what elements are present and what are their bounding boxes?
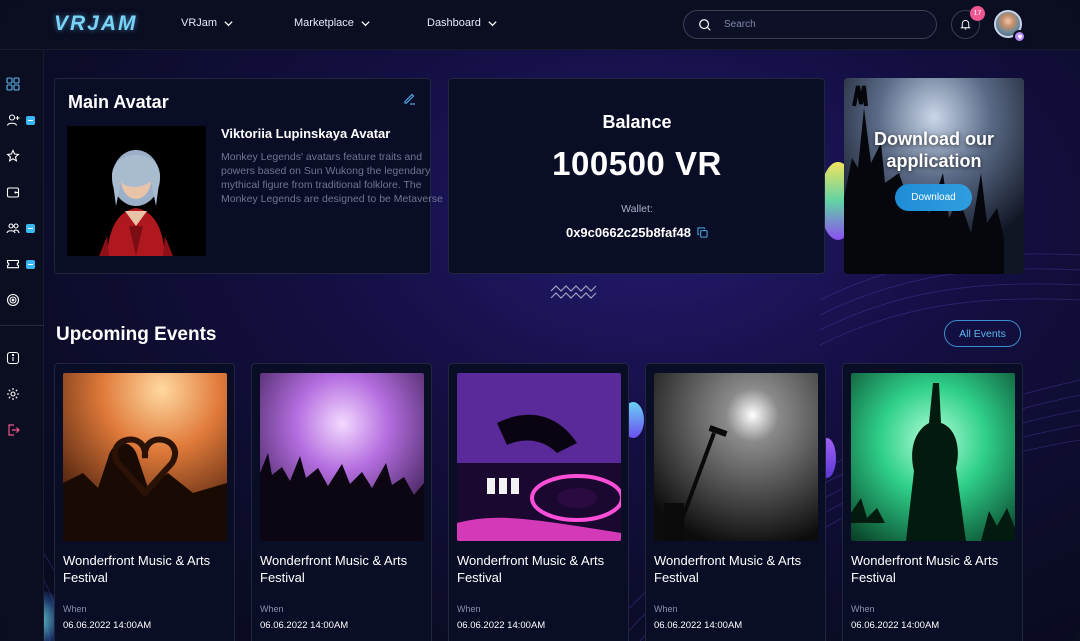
event-title: Wonderfront Music & Arts Festival bbox=[851, 553, 999, 585]
chevron-down-icon bbox=[361, 20, 370, 26]
download-button[interactable]: Download bbox=[895, 184, 972, 211]
star-icon[interactable] bbox=[6, 149, 20, 163]
sidebar-divider bbox=[0, 325, 44, 326]
download-title: Download our application bbox=[874, 129, 994, 171]
concert-crowd-image bbox=[844, 78, 1024, 274]
ticket-icon[interactable] bbox=[6, 257, 20, 271]
edit-icon[interactable] bbox=[403, 91, 417, 105]
event-when-label: When bbox=[260, 604, 284, 614]
event-image bbox=[851, 373, 1015, 541]
wallet-icon[interactable] bbox=[6, 185, 20, 199]
section-title: Upcoming Events bbox=[56, 324, 217, 345]
wallet-address: 0x9c0662c25b8faf48 bbox=[565, 225, 692, 240]
card-title: Main Avatar bbox=[68, 92, 169, 112]
wallet-row: 0x9c0662c25b8faf48 bbox=[449, 225, 825, 240]
copy-icon[interactable] bbox=[697, 227, 708, 238]
settings-icon[interactable] bbox=[6, 387, 20, 401]
event-card[interactable]: Wonderfront Music & Arts Festival When 0… bbox=[842, 363, 1023, 641]
event-date: 06.06.2022 14:00AM bbox=[63, 620, 152, 631]
chevron-down-icon bbox=[224, 20, 233, 26]
event-card[interactable]: Wonderfront Music & Arts Festival When 0… bbox=[448, 363, 629, 641]
new-indicator bbox=[26, 224, 35, 233]
event-card[interactable]: Wonderfront Music & Arts Festival When 0… bbox=[54, 363, 235, 641]
event-when-label: When bbox=[851, 604, 875, 614]
sidebar bbox=[0, 50, 44, 641]
logout-icon[interactable] bbox=[6, 423, 20, 437]
event-when-label: When bbox=[457, 604, 481, 614]
bell-icon bbox=[960, 20, 971, 30]
event-date: 06.06.2022 14:00AM bbox=[260, 620, 349, 631]
nav-label: VRJam bbox=[181, 17, 218, 29]
avatar-name: Viktoriia Lupinskaya Avatar bbox=[221, 126, 391, 141]
event-card[interactable]: Wonderfront Music & Arts Festival When 0… bbox=[645, 363, 826, 641]
event-date: 06.06.2022 14:00AM bbox=[654, 620, 743, 631]
balance-card: Balance 100500 VR Wallet: 0x9c0662c25b8f… bbox=[448, 78, 825, 274]
nav-vrjam[interactable]: VRJam bbox=[181, 17, 234, 29]
chevron-down-icon bbox=[488, 20, 497, 26]
add-user-icon[interactable] bbox=[6, 113, 20, 127]
all-events-button[interactable]: All Events bbox=[944, 320, 1021, 347]
event-date: 06.06.2022 14:00AM bbox=[457, 620, 546, 631]
nav-label: Dashboard bbox=[427, 17, 481, 29]
balance-title: Balance bbox=[602, 112, 672, 132]
event-title: Wonderfront Music & Arts Festival bbox=[63, 553, 211, 585]
event-title: Wonderfront Music & Arts Festival bbox=[654, 553, 802, 585]
app-logo[interactable]: VRJAM bbox=[54, 12, 138, 36]
avatar-description: Monkey Legends' avatars feature traits a… bbox=[221, 151, 443, 205]
info-icon[interactable] bbox=[6, 351, 20, 365]
wallet-label: Wallet: bbox=[621, 203, 653, 215]
app-frame: VRJAM VRJam Marketplace Dashboard 17 bbox=[0, 0, 1080, 641]
event-card[interactable]: Wonderfront Music & Arts Festival When 0… bbox=[251, 363, 432, 641]
event-image bbox=[457, 373, 621, 541]
grid-icon[interactable] bbox=[6, 77, 20, 91]
new-indicator bbox=[26, 116, 35, 125]
diamond-icon bbox=[1013, 30, 1026, 43]
event-image bbox=[63, 373, 227, 541]
event-title: Wonderfront Music & Arts Festival bbox=[457, 553, 605, 585]
event-title: Wonderfront Music & Arts Festival bbox=[260, 553, 408, 585]
download-card: Download our application Download bbox=[844, 78, 1024, 274]
new-indicator bbox=[26, 260, 35, 269]
event-image bbox=[260, 373, 424, 541]
event-when-label: When bbox=[654, 604, 678, 614]
search-icon bbox=[699, 18, 711, 31]
search-bar[interactable] bbox=[683, 10, 937, 39]
event-when-label: When bbox=[63, 604, 87, 614]
search-input[interactable] bbox=[724, 19, 924, 30]
event-date: 06.06.2022 14:00AM bbox=[851, 620, 940, 631]
notification-count-badge: 17 bbox=[970, 6, 985, 21]
main-avatar-card: Main Avatar Viktoriia Lupinskaya Avatar … bbox=[54, 78, 443, 274]
nav-marketplace[interactable]: Marketplace bbox=[294, 17, 371, 29]
wave-scroll-icon bbox=[550, 285, 597, 299]
nav-label: Marketplace bbox=[294, 17, 354, 29]
balance-amount: 100500 VR bbox=[552, 145, 722, 182]
broadcast-icon[interactable] bbox=[6, 293, 20, 307]
avatar-image bbox=[67, 126, 206, 256]
top-bar: VRJAM VRJam Marketplace Dashboard 17 bbox=[0, 0, 1080, 50]
nav-dashboard[interactable]: Dashboard bbox=[427, 17, 498, 29]
event-image bbox=[654, 373, 818, 541]
users-icon[interactable] bbox=[6, 221, 20, 235]
